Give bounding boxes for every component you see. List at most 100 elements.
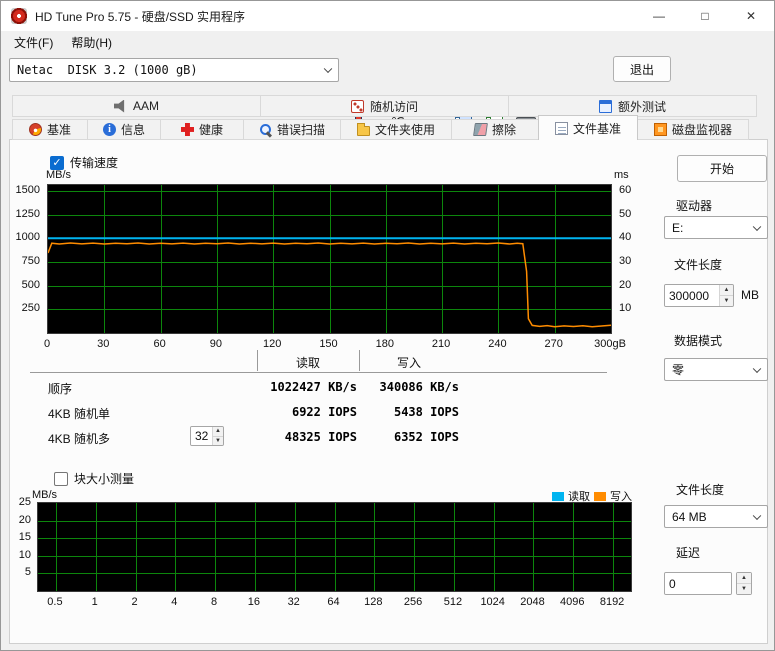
transfer-speed-chart bbox=[47, 184, 612, 334]
tick-label: 180 bbox=[375, 338, 394, 350]
tab-benchmark[interactable]: 基准 bbox=[12, 119, 88, 140]
chevron-down-icon bbox=[323, 64, 333, 74]
y-axis-unit-left: MB/s bbox=[32, 489, 58, 501]
block-size-chart bbox=[37, 502, 632, 592]
spin-up-icon[interactable] bbox=[213, 427, 223, 437]
gauge-icon bbox=[28, 123, 42, 136]
tick-label: 8192 bbox=[599, 596, 625, 608]
tab-disk-monitor[interactable]: 磁盘监视器 bbox=[637, 119, 749, 140]
checkbox-label: 传输速度 bbox=[70, 156, 119, 170]
random-multi-read-value: 48325 IOPS bbox=[284, 430, 357, 444]
tab-aam[interactable]: AAM bbox=[12, 95, 261, 117]
block-file-length-label: 文件长度 bbox=[676, 483, 725, 497]
close-button[interactable]: ✕ bbox=[728, 1, 774, 31]
tick-label: 90 bbox=[209, 338, 223, 350]
spin-down-icon[interactable] bbox=[720, 296, 733, 306]
tab-file-benchmark[interactable]: 文件基准 bbox=[538, 115, 638, 140]
hd-tune-window: HD Tune Pro 5.75 - 硬盘/SSD 实用程序 — □ ✕ 文件(… bbox=[0, 0, 775, 651]
maximize-button[interactable]: □ bbox=[682, 1, 728, 31]
tab-label: 文件夹使用 bbox=[374, 123, 435, 137]
chevron-down-icon bbox=[752, 364, 762, 373]
tick-label: 50 bbox=[619, 207, 632, 220]
spinner-arrows bbox=[719, 285, 733, 306]
x-axis-labels: 0.5 1 2 4 8 16 32 64 128 256 512 1024 2048 4096 8192 bbox=[37, 596, 632, 610]
spin-up-icon[interactable] bbox=[737, 573, 751, 584]
read-column-header: 读取 bbox=[295, 356, 320, 370]
block-size-checkbox[interactable]: 块大小测量 bbox=[54, 470, 134, 487]
titlebar: HD Tune Pro 5.75 - 硬盘/SSD 实用程序 — □ ✕ bbox=[1, 1, 774, 31]
tick-label: 210 bbox=[431, 338, 451, 350]
row-label-4k-random-single: 4KB 随机单 bbox=[48, 407, 111, 421]
tab-random-access[interactable]: 随机访问 bbox=[260, 95, 509, 117]
drive-select[interactable]: E: bbox=[664, 216, 768, 239]
monitor-icon bbox=[598, 99, 612, 113]
tick-label: 60 bbox=[153, 338, 166, 350]
tab-label: 错误扫描 bbox=[276, 123, 325, 137]
tab-info[interactable]: 信息 bbox=[87, 119, 161, 140]
file-length-input[interactable] bbox=[665, 285, 719, 306]
tab-label: 基准 bbox=[46, 123, 71, 137]
tick-label: 270 bbox=[544, 338, 563, 350]
window-controls: — □ ✕ bbox=[636, 1, 774, 31]
tab-label: 随机访问 bbox=[369, 99, 418, 114]
tick-label: 40 bbox=[619, 231, 632, 244]
y-axis-unit-left: MB/s bbox=[46, 169, 72, 181]
tick-label: 1000 bbox=[15, 231, 40, 244]
tab-label: 擦除 bbox=[491, 123, 516, 137]
tick-label: 30 bbox=[619, 254, 632, 267]
legend-write-swatch bbox=[594, 491, 606, 501]
tab-erase[interactable]: 擦除 bbox=[451, 119, 539, 140]
file-length-label: 文件长度 bbox=[674, 258, 723, 272]
tab-extra-tests[interactable]: 额外测试 bbox=[508, 95, 757, 117]
data-mode-label: 数据模式 bbox=[674, 334, 723, 348]
drive-combobox[interactable]: Netac DISK 3.2 (1000 gB) bbox=[9, 58, 339, 82]
file-benchmark-page: 传输速度 MB/s ms 250500750100012501500 10203… bbox=[9, 139, 768, 644]
chevron-down-icon bbox=[752, 511, 762, 520]
chevron-down-icon bbox=[752, 222, 762, 231]
checkbox-unchecked-icon bbox=[54, 471, 68, 486]
tab-health[interactable]: 健康 bbox=[160, 119, 244, 140]
tick-label: 60 bbox=[619, 183, 632, 196]
x-axis-labels: 0 30 60 90 120 150 180 210 240 270 300gB bbox=[44, 338, 626, 352]
info-icon bbox=[102, 123, 116, 136]
minimize-button[interactable]: — bbox=[636, 1, 682, 31]
tab-label: 健康 bbox=[198, 123, 223, 137]
tick-label: 30 bbox=[97, 338, 110, 350]
table-divider bbox=[30, 372, 607, 373]
spin-up-icon[interactable] bbox=[720, 285, 733, 296]
tab-label: 文件基准 bbox=[572, 121, 621, 136]
row-label-sequential: 顺序 bbox=[48, 382, 73, 396]
spin-down-icon[interactable] bbox=[737, 584, 751, 594]
sequential-write-value: 340086 KB/s bbox=[379, 380, 459, 394]
queue-depth-input[interactable] bbox=[191, 427, 212, 445]
file-icon bbox=[554, 121, 568, 135]
random-multi-write-value: 6352 IOPS bbox=[393, 430, 459, 444]
menu-file[interactable]: 文件(F) bbox=[5, 32, 62, 53]
block-file-length-select[interactable]: 64 MB bbox=[664, 505, 768, 528]
y-axis-labels-right: 10 20 30 40 50 60 bbox=[616, 184, 656, 334]
delay-input-box bbox=[664, 572, 732, 595]
tick-label: 300gB bbox=[594, 338, 626, 350]
tab-folder-usage[interactable]: 文件夹使用 bbox=[340, 119, 452, 140]
tick-label: 250 bbox=[21, 302, 40, 315]
queue-depth-spinner bbox=[190, 426, 224, 446]
health-cross-icon bbox=[180, 123, 194, 136]
speaker-icon bbox=[113, 99, 125, 113]
file-length-unit: MB bbox=[741, 288, 759, 302]
exit-button[interactable]: 退出 bbox=[613, 56, 671, 82]
sequential-read-value: 1022427 KB/s bbox=[270, 380, 357, 394]
delay-input[interactable] bbox=[665, 573, 731, 594]
magnifier-icon bbox=[259, 123, 272, 136]
tick-label: 20 bbox=[18, 513, 31, 526]
data-mode-select[interactable]: 零 bbox=[664, 358, 768, 381]
tab-error-scan[interactable]: 错误扫描 bbox=[243, 119, 341, 140]
tick-label: 10 bbox=[619, 302, 632, 315]
menu-help[interactable]: 帮助(H) bbox=[62, 32, 121, 53]
spin-down-icon[interactable] bbox=[213, 436, 223, 445]
start-button[interactable]: 开始 bbox=[677, 155, 767, 182]
block-file-length-value: 64 MB bbox=[672, 509, 707, 524]
menubar: 文件(F) 帮助(H) bbox=[1, 31, 774, 53]
tick-label: 20 bbox=[619, 278, 632, 291]
y-axis-labels-left: 5 10 15 20 25 bbox=[10, 496, 34, 592]
drive-select-value: E: bbox=[672, 220, 684, 235]
